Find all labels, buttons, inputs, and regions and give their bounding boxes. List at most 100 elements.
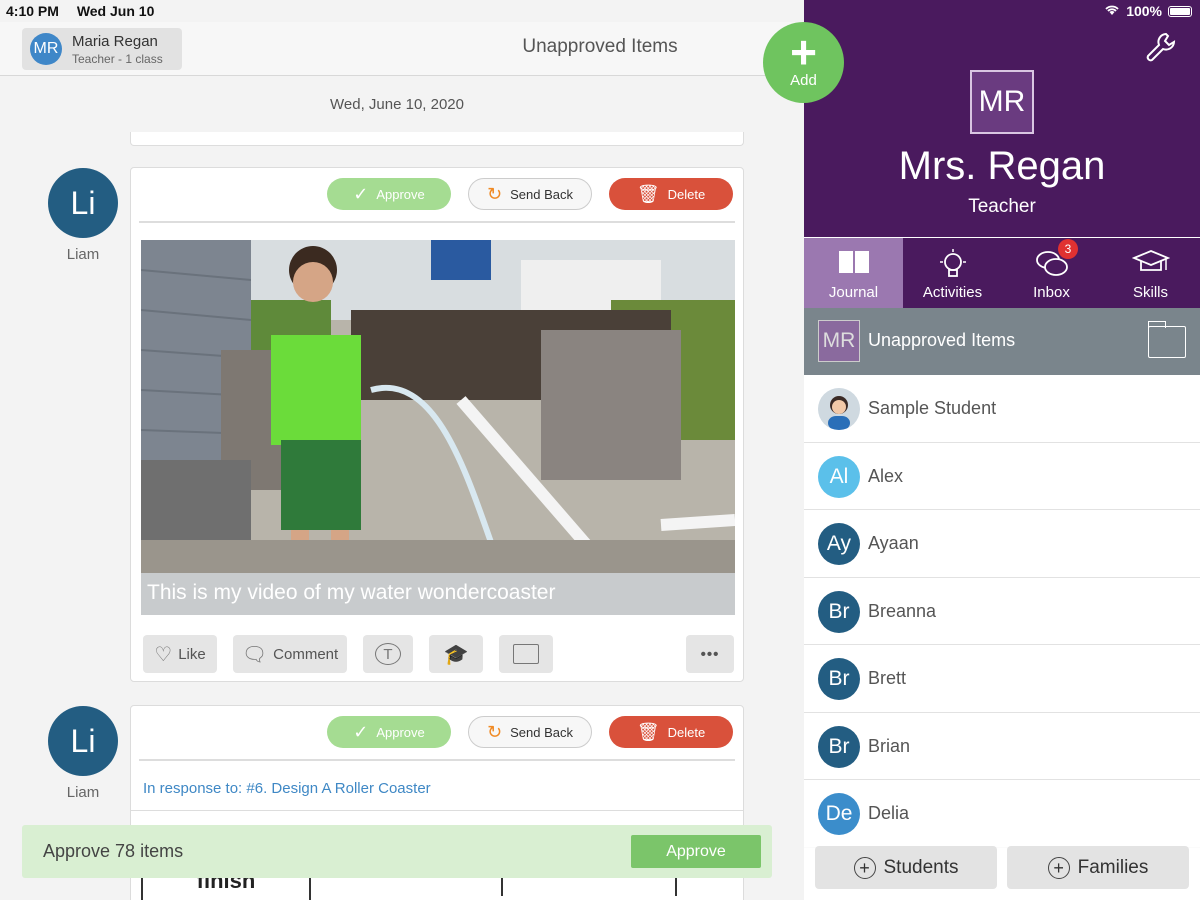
plus-circle-icon: + (1047, 856, 1070, 879)
status-time: 4:10 PM (6, 3, 59, 19)
battery-percent: 100% (1126, 3, 1162, 19)
journal-feed[interactable]: Wed, June 10, 2020 Li Liam ✓ Approve ↻ S… (0, 77, 804, 900)
translate-button[interactable]: T (363, 635, 413, 673)
add-button[interactable]: + Add (763, 22, 844, 103)
text-bubble-icon: T (375, 643, 401, 665)
unapproved-avatar: MR (818, 320, 860, 362)
add-students-button[interactable]: + Students (815, 846, 997, 889)
student-row[interactable]: Al Alex (804, 443, 1200, 510)
page-title-text: Unapproved Items (522, 36, 678, 57)
checkmark-icon: ✓ (353, 183, 369, 204)
student-avatar: Br (818, 658, 860, 700)
previous-card (130, 132, 744, 146)
student-row[interactable]: De Delia (804, 780, 1200, 848)
checkmark-icon: ✓ (353, 721, 369, 742)
skills-button[interactable]: 🎓 (429, 635, 483, 673)
add-families-label: Families (1077, 856, 1149, 878)
trash-icon: 🗑 (636, 721, 660, 742)
tab-skills[interactable]: Skills (1101, 238, 1200, 308)
more-options-button[interactable]: ••• (686, 635, 734, 673)
battery-icon (1168, 5, 1192, 17)
comment-button[interactable]: 🗨 Comment (233, 635, 347, 673)
panel-tabs: Journal Activities 3 Inbox Skills (804, 238, 1200, 308)
card-divider (139, 759, 735, 761)
author-name: Liam (66, 246, 100, 263)
more-icon: ••• (700, 645, 720, 663)
folder-button[interactable] (499, 635, 553, 673)
book-icon (804, 248, 903, 282)
speech-bubble-icon: 🗨 (241, 643, 268, 666)
heart-icon: ♡ (154, 643, 173, 666)
student-row[interactable]: Ay Ayaan (804, 510, 1200, 578)
card-divider (139, 221, 735, 223)
like-button[interactable]: ♡ Like (143, 635, 217, 673)
response-divider (131, 810, 743, 811)
panel-footer: + Students + Families (804, 845, 1200, 900)
profile-avatar: MR (970, 70, 1034, 134)
video-thumbnail[interactable] (141, 240, 735, 573)
tab-activities[interactable]: Activities (903, 238, 1002, 308)
comment-label: Comment (273, 645, 339, 663)
student-avatar: Br (818, 590, 860, 633)
approve-button[interactable]: ✓ Approve (327, 178, 451, 210)
wifi-icon (1104, 3, 1120, 19)
tab-inbox-label: Inbox (1033, 284, 1070, 301)
post-author[interactable]: Li Liam (48, 168, 118, 263)
like-label: Like (178, 645, 206, 663)
author-name: Liam (66, 784, 100, 801)
delete-button[interactable]: 🗑 Delete (609, 716, 733, 748)
student-row[interactable]: Br Brian (804, 713, 1200, 780)
unapproved-label: Unapproved Items (868, 330, 1016, 350)
approve-label: Approve (376, 186, 425, 202)
wrench-settings-icon[interactable] (1144, 30, 1178, 72)
trash-icon: 🗑 (636, 183, 660, 204)
top-header: MR Maria Regan Teacher - 1 class Unappro… (0, 22, 804, 76)
feed-date: Wed, June 10, 2020 (330, 96, 464, 113)
student-row[interactable]: Br Brett (804, 645, 1200, 713)
folder-icon[interactable] (1147, 321, 1186, 358)
return-arrow-icon: ↻ (487, 183, 503, 204)
send-back-button[interactable]: ↻ Send Back (468, 178, 592, 210)
student-name: Brett (868, 668, 907, 688)
student-list[interactable]: Sample Student Al Alex Ay Ayaan Br Brean… (804, 375, 1200, 848)
folder-icon (513, 644, 539, 664)
student-avatar: Ay (818, 523, 860, 565)
student-name: Alex (868, 465, 904, 486)
delete-label: Delete (667, 186, 706, 202)
inbox-badge: 3 (1058, 239, 1078, 259)
author-avatar: Li (48, 168, 118, 238)
student-row[interactable]: Br Breanna (804, 578, 1200, 645)
tab-inbox[interactable]: 3 Inbox (1002, 238, 1101, 308)
tab-activities-label: Activities (922, 284, 983, 301)
delete-button[interactable]: 🗑 Delete (609, 178, 733, 210)
plus-icon: + (790, 26, 817, 78)
status-bar: 4:10 PM Wed Jun 10 100% (0, 0, 1200, 22)
profile-name: Mrs. Regan (898, 144, 1106, 188)
graduation-cap-icon: 🎓 (443, 643, 469, 666)
student-avatar: De (818, 793, 860, 835)
profile-header: MR Mrs. Regan Teacher (804, 0, 1200, 237)
student-name: Ayaan (868, 533, 919, 553)
delete-label: Delete (667, 724, 706, 740)
response-link[interactable]: In response to: #6. Design A Roller Coas… (143, 780, 431, 797)
student-name: Breanna (868, 600, 937, 621)
post-author[interactable]: Li Liam (48, 706, 118, 801)
author-avatar: Li (48, 706, 118, 776)
send-back-button[interactable]: ↻ Send Back (468, 716, 592, 748)
chat-bubbles-icon (1002, 248, 1101, 282)
student-row[interactable]: Sample Student (804, 375, 1200, 443)
send-back-label: Send Back (510, 186, 573, 202)
student-name: Delia (868, 803, 910, 823)
approve-all-button[interactable]: Approve (631, 835, 761, 868)
unapproved-items-row[interactable]: MR Unapproved Items (804, 308, 1200, 375)
bulk-approve-bar: Approve 78 items Approve (22, 825, 772, 878)
graduation-cap-icon (1101, 248, 1200, 282)
approve-button[interactable]: ✓ Approve (327, 716, 451, 748)
lightbulb-icon (903, 248, 1002, 282)
add-families-button[interactable]: + Families (1007, 846, 1189, 889)
tab-journal-label: Journal (828, 284, 879, 301)
student-avatar-illustration (818, 388, 860, 430)
send-back-label: Send Back (510, 724, 573, 740)
tab-journal[interactable]: Journal (804, 238, 903, 308)
status-date: Wed Jun 10 (76, 3, 155, 19)
